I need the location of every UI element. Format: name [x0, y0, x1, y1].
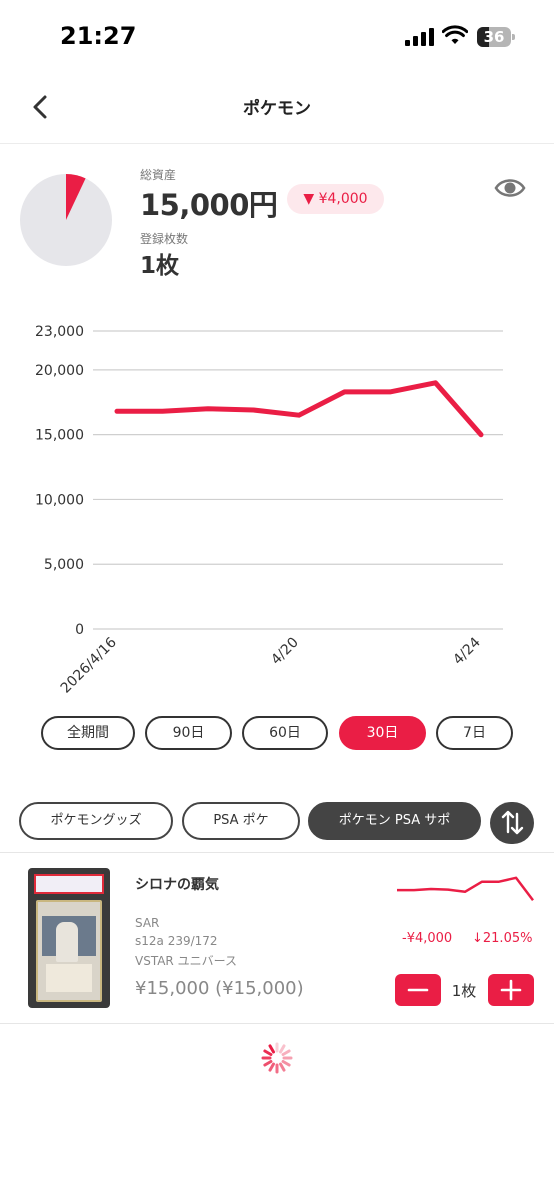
chart-y-tick-label: 20,000: [35, 363, 84, 379]
card-change-percent: ↓21.05%: [472, 931, 533, 946]
card-number: s12a 239/172: [135, 934, 218, 948]
chart-x-tick-label: 4/20: [268, 635, 302, 669]
period-7d-button[interactable]: 7日: [436, 716, 513, 750]
card-quantity: 1枚: [451, 982, 477, 1000]
minus-icon: [407, 988, 429, 992]
category-pokemon-psa-sapo[interactable]: ポケモン PSA サポ: [308, 802, 481, 840]
chart-y-tick-label: 5,000: [44, 557, 84, 573]
eye-icon[interactable]: [494, 174, 526, 202]
navigation-bar: ポケモン: [0, 70, 554, 144]
asset-line-chart: 23,000 20,000 15,000 10,000 5,000 0 2026/4/16…: [35, 324, 503, 697]
chart-y-tick-label: 15,000: [35, 428, 84, 444]
status-time: 21:27: [60, 22, 137, 50]
decrease-quantity-button[interactable]: [395, 974, 441, 1006]
category-filter: ポケモングッズ PSA ポケ ポケモン PSA サポ: [0, 802, 554, 844]
card-artwork: [36, 900, 102, 1002]
change-badge: ▼ ¥4,000: [287, 184, 384, 214]
period-60d-button[interactable]: 60日: [242, 716, 328, 750]
plus-icon: [500, 979, 522, 1001]
total-assets-label: 総資産: [140, 168, 177, 182]
cellular-signal-icon: [405, 28, 435, 46]
period-30d-button[interactable]: 30日: [339, 716, 426, 750]
card-name: シロナの覇気: [135, 877, 219, 893]
wifi-icon: [442, 25, 468, 44]
chart-y-tick-label: 0: [75, 622, 84, 638]
card-sparkline: [397, 876, 534, 901]
chart-y-tick-label: 10,000: [35, 492, 84, 508]
status-bar: 21:27 36: [0, 0, 554, 70]
portfolio-pie-chart: [20, 174, 112, 266]
card-rarity: SAR: [135, 916, 160, 930]
chart-x-tick-label: 4/24: [450, 634, 484, 668]
chart-y-tick-label: 23,000: [35, 324, 84, 340]
period-selector: 全期間 90日 60日 30日 7日: [0, 716, 554, 752]
period-90d-button[interactable]: 90日: [145, 716, 232, 750]
page-title: ポケモン: [243, 99, 311, 119]
card-image[interactable]: [28, 868, 110, 1008]
card-price: ¥15,000 (¥15,000): [135, 978, 304, 999]
card-set: VSTAR ユニバース: [135, 954, 237, 968]
period-all-button[interactable]: 全期間: [41, 716, 135, 750]
increase-quantity-button[interactable]: [488, 974, 534, 1006]
chart-x-tick-label: 2026/4/16: [58, 634, 120, 696]
divider: [0, 1023, 554, 1024]
sort-button[interactable]: [490, 802, 534, 844]
divider: [0, 852, 554, 853]
spinner-icon: [261, 1042, 293, 1074]
asset-summary: 総資産 15,000円 ▼ ¥4,000 登録枚数 1枚: [0, 160, 554, 290]
chart-series-line: [114, 380, 484, 438]
sort-arrows-icon: [501, 810, 524, 835]
count-value: 1枚: [140, 253, 180, 279]
category-psa-poke[interactable]: PSA ポケ: [182, 802, 300, 840]
battery-level: 36: [483, 28, 505, 46]
card-list-item[interactable]: シロナの覇気 SAR s12a 239/172 VSTAR ユニバース ¥15,…: [0, 856, 554, 1022]
psa-label: [34, 874, 104, 894]
category-pokemon-goods[interactable]: ポケモングッズ: [19, 802, 173, 840]
card-change-amount: -¥4,000: [402, 931, 453, 946]
total-assets-value: 15,000円: [140, 188, 278, 222]
battery-icon: 36: [477, 27, 515, 47]
count-label: 登録枚数: [140, 232, 189, 246]
